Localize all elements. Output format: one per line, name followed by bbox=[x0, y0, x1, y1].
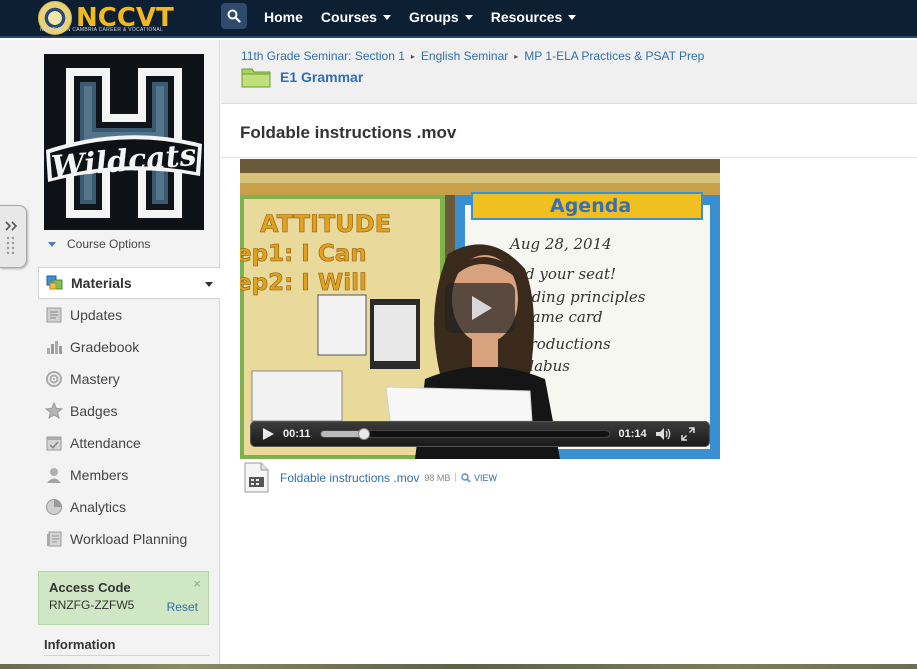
nav-courses-label: Courses bbox=[320, 9, 377, 25]
sidebar-item-workload-planning[interactable]: Workload Planning bbox=[38, 523, 220, 555]
sidebar-item-materials[interactable]: Materials bbox=[38, 267, 220, 299]
sidebar-item-label: Analytics bbox=[70, 499, 127, 515]
sidebar-item-badges[interactable]: Badges bbox=[38, 395, 220, 427]
nav-resources-label: Resources bbox=[490, 9, 563, 25]
sidebar-item-label: Members bbox=[70, 467, 129, 483]
breadcrumb-item-course[interactable]: 11th Grade Seminar: Section 1 bbox=[241, 49, 405, 63]
course-options-toggle[interactable]: Course Options bbox=[48, 237, 150, 251]
sidebar-item-updates[interactable]: Updates bbox=[38, 299, 220, 331]
page-title: Foldable instructions .mov bbox=[240, 123, 457, 142]
scene-agenda-line: d your seat! bbox=[525, 265, 616, 283]
sidebar-collapse-handle[interactable] bbox=[0, 205, 27, 268]
materials-icon bbox=[45, 273, 65, 293]
chevron-down-icon bbox=[464, 14, 473, 20]
nav-home[interactable]: Home bbox=[264, 9, 303, 25]
scene-step1-text: ep1: I Can bbox=[240, 241, 367, 267]
sidebar-item-label: Workload Planning bbox=[70, 531, 188, 547]
updates-icon bbox=[44, 305, 64, 325]
sidebar-item-mastery[interactable]: Mastery bbox=[38, 363, 220, 395]
search-icon bbox=[227, 9, 241, 23]
members-icon bbox=[44, 465, 64, 485]
scene-agenda-line: name card bbox=[522, 308, 603, 326]
current-time: 00:11 bbox=[283, 428, 311, 440]
play-icon bbox=[472, 296, 492, 320]
fullscreen-icon[interactable] bbox=[680, 427, 695, 441]
sidebar-item-label: Badges bbox=[70, 403, 118, 419]
workload-icon bbox=[44, 529, 64, 549]
folder-heading: E1 Grammar bbox=[241, 66, 363, 88]
scene-agenda-line: nding principles bbox=[522, 288, 646, 306]
chevron-down-icon bbox=[382, 14, 391, 20]
badges-icon bbox=[44, 401, 64, 421]
breadcrumb: 11th Grade Seminar: Section 1 ▸ English … bbox=[241, 49, 704, 63]
play-overlay-button[interactable] bbox=[445, 283, 515, 333]
video-file-icon bbox=[244, 462, 269, 493]
magnifier-icon bbox=[461, 472, 471, 483]
gradebook-icon bbox=[44, 337, 64, 357]
left-sidebar: Wildcats Course Options Materials Update… bbox=[0, 40, 220, 665]
sidebar-item-label: Mastery bbox=[70, 371, 120, 387]
analytics-icon bbox=[44, 497, 64, 517]
scene-attitude-text: ATTITUDE bbox=[260, 210, 391, 238]
volume-icon[interactable] bbox=[655, 427, 673, 441]
course-options-label: Course Options bbox=[67, 237, 151, 251]
view-label: VIEW bbox=[474, 472, 498, 483]
attachment-separator: | bbox=[454, 472, 458, 483]
course-menu: Materials Updates Gradebook Mastery Badg… bbox=[38, 267, 220, 555]
search-button[interactable] bbox=[221, 3, 247, 29]
nav-courses[interactable]: Courses bbox=[321, 9, 391, 25]
folder-icon bbox=[241, 68, 271, 88]
scene-step2-text: ep2: I Will bbox=[240, 270, 367, 296]
mastery-icon bbox=[44, 369, 64, 389]
sidebar-item-gradebook[interactable]: Gradebook bbox=[38, 331, 220, 363]
sidebar-item-analytics[interactable]: Analytics bbox=[38, 491, 220, 523]
drag-handle-icon bbox=[5, 221, 18, 255]
sidebar-item-members[interactable]: Members bbox=[38, 459, 220, 491]
brand-subtitle: NORTHERN CAMBRIA CAREER & VOCATIONAL bbox=[40, 27, 164, 33]
sidebar-item-attendance[interactable]: Attendance bbox=[38, 427, 220, 459]
attachment-row: Foldable instructions .mov 98 MB | VIEW bbox=[244, 462, 497, 493]
breadcrumb-item-section[interactable]: English Seminar bbox=[421, 49, 508, 63]
main-nav: Home Courses Groups Resources bbox=[264, 0, 594, 34]
access-code-reset-link[interactable]: Reset bbox=[167, 600, 198, 614]
course-logo[interactable]: Wildcats bbox=[44, 54, 204, 230]
desktop-background-strip bbox=[0, 664, 917, 669]
video-player[interactable]: ATTITUDE ep1: I Can ep2: I Will Agenda A… bbox=[240, 159, 720, 459]
nav-groups[interactable]: Groups bbox=[409, 9, 473, 25]
attendance-icon bbox=[44, 433, 64, 453]
play-icon[interactable] bbox=[263, 428, 274, 440]
video-seek-bar[interactable] bbox=[319, 428, 610, 440]
wildcats-logo-icon: Wildcats bbox=[44, 54, 204, 230]
sidebar-item-label: Gradebook bbox=[70, 339, 140, 355]
scene-agenda-line: Aug 28, 2014 bbox=[508, 235, 612, 253]
access-code-title: Access Code bbox=[49, 580, 131, 595]
information-divider bbox=[44, 655, 209, 656]
close-icon[interactable]: × bbox=[193, 576, 201, 591]
nav-resources[interactable]: Resources bbox=[491, 9, 577, 25]
scene-agenda-heading: Agenda bbox=[550, 195, 631, 217]
nav-home-label: Home bbox=[264, 9, 303, 25]
breadcrumb-separator-icon: ▸ bbox=[410, 51, 415, 61]
nav-groups-label: Groups bbox=[408, 9, 459, 25]
video-duration: 01:14 bbox=[618, 428, 647, 440]
sidebar-item-label: Updates bbox=[70, 307, 123, 323]
folder-title[interactable]: E1 Grammar bbox=[280, 69, 363, 85]
attachment-link[interactable]: Foldable instructions .mov bbox=[280, 471, 419, 485]
video-seek-handle[interactable] bbox=[357, 428, 370, 440]
title-divider bbox=[221, 157, 917, 158]
chevron-down-icon bbox=[568, 14, 577, 20]
access-code-panel: Access Code RNZFG-ZZFW5 Reset × bbox=[38, 571, 209, 625]
view-button[interactable]: VIEW bbox=[461, 473, 497, 483]
chevron-down-icon bbox=[205, 282, 213, 287]
sidebar-item-label: Attendance bbox=[70, 435, 141, 451]
attachment-size: 98 MB bbox=[424, 472, 451, 483]
breadcrumb-separator-icon: ▸ bbox=[514, 51, 519, 61]
video-controls: 00:11 01:14 bbox=[250, 421, 710, 447]
information-heading: Information bbox=[44, 637, 116, 652]
chevron-down-icon bbox=[48, 241, 56, 247]
sidebar-item-label: Materials bbox=[71, 275, 132, 291]
breadcrumb-item-folder[interactable]: MP 1-ELA Practices & PSAT Prep bbox=[524, 49, 704, 63]
top-navbar: NCCVT NORTHERN CAMBRIA CAREER & VOCATION… bbox=[0, 0, 917, 38]
